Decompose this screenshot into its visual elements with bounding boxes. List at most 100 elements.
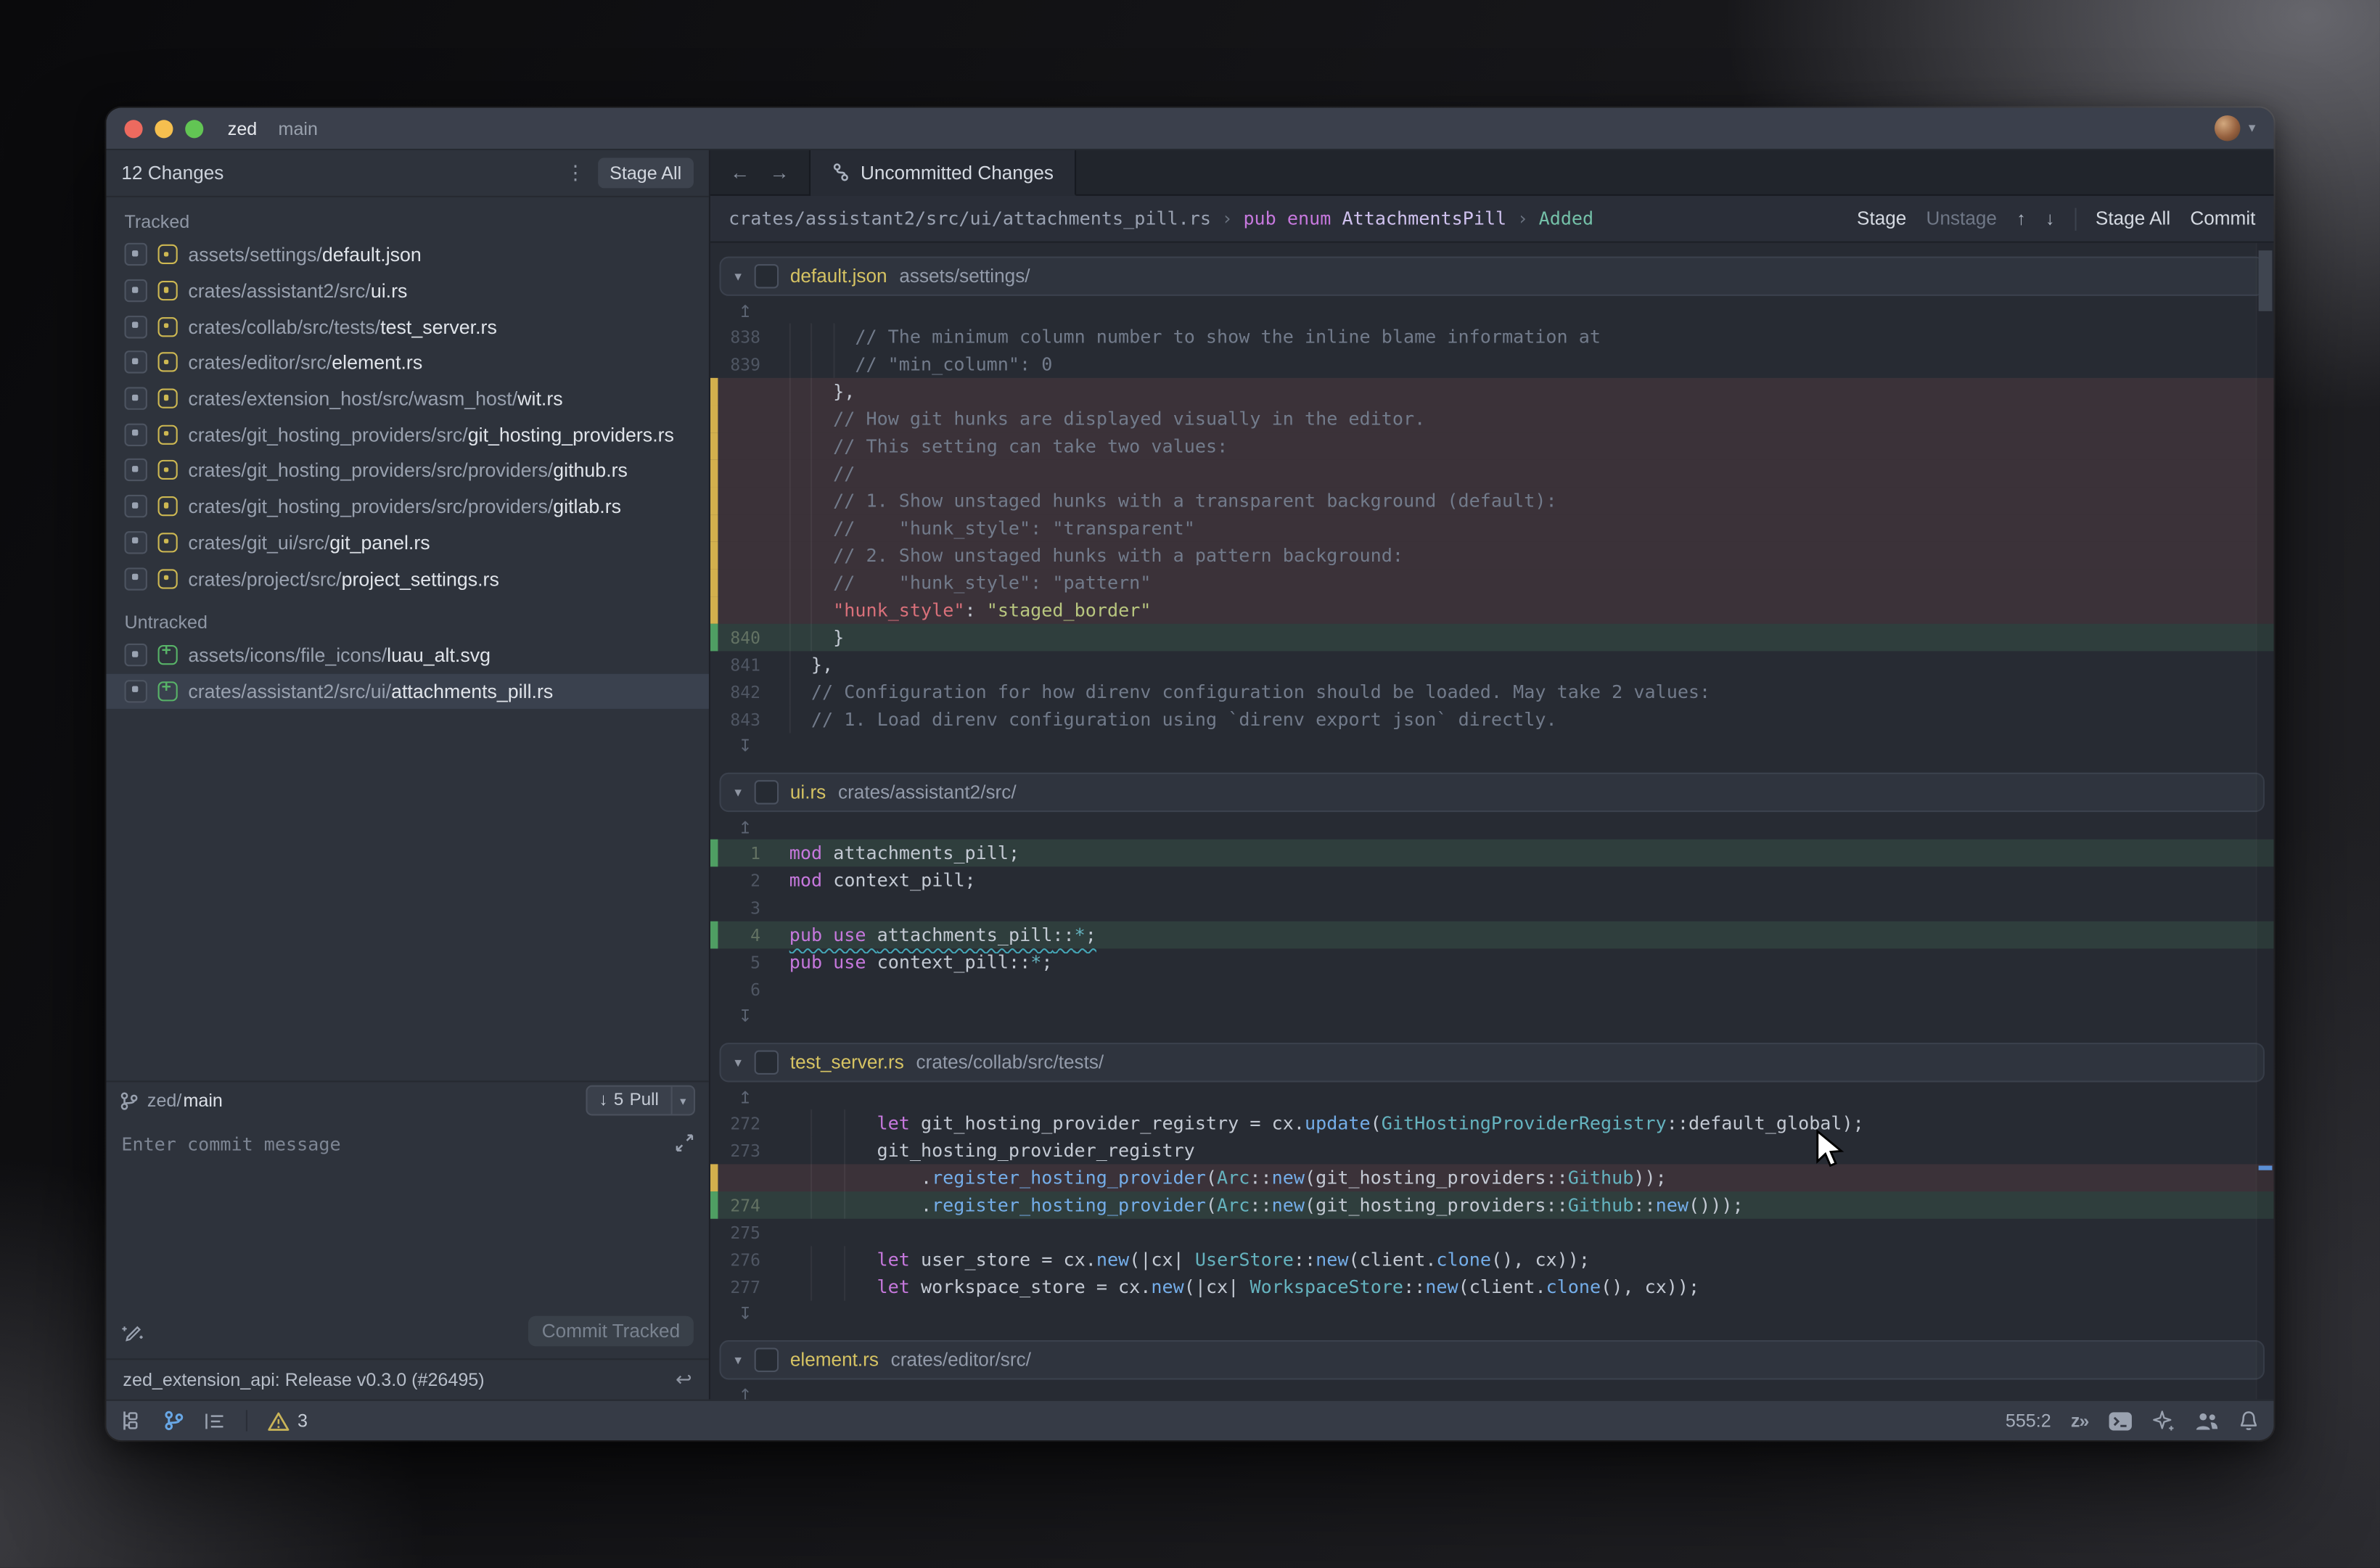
- file-row[interactable]: crates/assistant2/src/ui.rs: [106, 273, 708, 309]
- generate-commit-message-icon[interactable]: [121, 1320, 144, 1342]
- file-row[interactable]: crates/project/src/project_settings.rs: [106, 560, 708, 596]
- diff-line[interactable]: // "hunk_style": "pattern": [710, 569, 2274, 596]
- chevron-down-icon[interactable]: ▾: [734, 1054, 741, 1071]
- diagnostics-indicator[interactable]: 3: [267, 1410, 308, 1431]
- stage-button[interactable]: Stage: [1857, 208, 1906, 229]
- diff-line[interactable]: 842// Configuration for how direnv confi…: [710, 678, 2274, 706]
- diff-line[interactable]: // How git hunks are displayed visually …: [710, 406, 2274, 433]
- file-row[interactable]: crates/git_ui/src/git_panel.rs: [106, 525, 708, 561]
- expand-up-icon[interactable]: ↥: [710, 817, 780, 837]
- diff-line[interactable]: 275: [710, 1219, 2274, 1247]
- diff-line[interactable]: // This setting can take two values:: [710, 432, 2274, 460]
- file-checkbox[interactable]: [125, 387, 147, 410]
- diff-line[interactable]: 2mod context_pill;: [710, 866, 2274, 894]
- expand-down-icon[interactable]: ↧: [710, 735, 780, 755]
- repo-name[interactable]: zed/: [147, 1090, 181, 1111]
- file-checkbox[interactable]: [125, 644, 147, 666]
- expand-up-row[interactable]: ↥: [710, 1383, 2274, 1400]
- project-panel-icon[interactable]: [121, 1410, 144, 1431]
- assistant-sparkle-icon[interactable]: [2152, 1409, 2175, 1432]
- diff-viewport[interactable]: ▾default.jsonassets/settings/ ↥ 838// The …: [710, 243, 2274, 1400]
- scrollbar[interactable]: [2255, 243, 2273, 1400]
- file-row[interactable]: crates/assistant2/src/ui/attachments_pil…: [106, 673, 708, 710]
- more-menu-icon[interactable]: ⋮: [565, 161, 585, 185]
- file-row[interactable]: crates/git_hosting_providers/src/provide…: [106, 488, 708, 525]
- file-row[interactable]: assets/icons/file_icons/luau_alt.svg: [106, 637, 708, 673]
- file-checkbox[interactable]: [125, 243, 147, 266]
- diff-section-header[interactable]: ▾ui.rscrates/assistant2/src/: [720, 773, 2265, 812]
- diff-line[interactable]: 273git_hosting_provider_registry: [710, 1137, 2274, 1165]
- diff-line[interactable]: 3: [710, 894, 2274, 921]
- zed-predict-icon[interactable]: z»: [2071, 1410, 2088, 1431]
- chevron-down-icon[interactable]: ▾: [2249, 120, 2255, 136]
- user-avatar[interactable]: [2215, 115, 2241, 141]
- expand-up-icon[interactable]: ↥: [710, 301, 780, 321]
- file-row[interactable]: crates/extension_host/src/wasm_host/wit.…: [106, 381, 708, 417]
- file-checkbox[interactable]: [125, 316, 147, 338]
- diff-line[interactable]: 843// 1. Load direnv configuration using…: [710, 706, 2274, 734]
- diff-section-header[interactable]: ▾test_server.rscrates/collab/src/tests/: [720, 1043, 2265, 1082]
- file-checkbox[interactable]: [125, 279, 147, 302]
- expand-up-row[interactable]: ↥: [710, 815, 2274, 839]
- expand-up-row[interactable]: ↥: [710, 299, 2274, 323]
- diff-line[interactable]: 276let user_store = cx.new(|cx| UserStor…: [710, 1246, 2274, 1273]
- nav-forward-icon[interactable]: →: [770, 161, 789, 184]
- breadcrumb-path[interactable]: crates/assistant2/src/ui/attachments_pil…: [729, 208, 1211, 229]
- cursor-position[interactable]: 555:2: [2006, 1410, 2051, 1431]
- diff-section-header[interactable]: ▾default.jsonassets/settings/: [720, 257, 2265, 296]
- close-button[interactable]: [125, 119, 143, 137]
- diff-line[interactable]: 841},: [710, 651, 2274, 678]
- zoom-button[interactable]: [185, 119, 203, 137]
- section-stage-checkbox[interactable]: [754, 1051, 778, 1075]
- expand-down-row[interactable]: ↧: [710, 1301, 2274, 1325]
- collab-people-icon[interactable]: [2195, 1411, 2219, 1430]
- file-checkbox[interactable]: [125, 423, 147, 446]
- last-commit-message[interactable]: zed_extension_api: Release v0.3.0 (#2649…: [123, 1369, 484, 1390]
- notification-bell-icon[interactable]: [2239, 1410, 2258, 1431]
- diff-line[interactable]: //: [710, 460, 2274, 488]
- diff-line[interactable]: "hunk_style": "staged_border": [710, 596, 2274, 624]
- breadcrumb[interactable]: crates/assistant2/src/ui/attachments_pil…: [729, 208, 1593, 229]
- commit-message-box[interactable]: Enter commit message Commit Tracked: [106, 1119, 708, 1359]
- section-stage-checkbox[interactable]: [754, 1348, 778, 1372]
- file-row[interactable]: crates/git_hosting_providers/src/git_hos…: [106, 416, 708, 453]
- file-checkbox[interactable]: [125, 567, 147, 589]
- file-row[interactable]: assets/settings/default.json: [106, 237, 708, 273]
- minimize-button[interactable]: [155, 119, 173, 137]
- diff-line[interactable]: },: [710, 378, 2274, 406]
- diff-line[interactable]: 274.register_hosting_provider(Arc::new(g…: [710, 1191, 2274, 1219]
- section-stage-checkbox[interactable]: [754, 780, 778, 804]
- file-checkbox[interactable]: [125, 680, 147, 702]
- file-row[interactable]: crates/editor/src/element.rs: [106, 345, 708, 381]
- commit-toolbar-button[interactable]: Commit: [2190, 208, 2255, 229]
- diff-line[interactable]: 840}: [710, 624, 2274, 652]
- expand-down-row[interactable]: ↧: [710, 1003, 2274, 1027]
- diff-line[interactable]: 5pub use context_pill::*;: [710, 948, 2274, 976]
- diff-line[interactable]: 277let workspace_store = cx.new(|cx| Wor…: [710, 1273, 2274, 1301]
- outline-panel-icon[interactable]: [203, 1411, 226, 1430]
- file-checkbox[interactable]: [125, 459, 147, 482]
- file-checkbox[interactable]: [125, 351, 147, 374]
- tab-uncommitted-changes[interactable]: Uncommitted Changes: [811, 150, 1076, 196]
- diff-line[interactable]: 1mod attachments_pill;: [710, 840, 2274, 867]
- commit-tracked-button[interactable]: Commit Tracked: [528, 1316, 694, 1347]
- diff-line[interactable]: 272let git_hosting_provider_registry = c…: [710, 1109, 2274, 1137]
- section-stage-checkbox[interactable]: [754, 264, 778, 288]
- diff-line[interactable]: 4pub use attachments_pill::*;: [710, 921, 2274, 949]
- terminal-icon[interactable]: [2109, 1411, 2133, 1430]
- file-row[interactable]: crates/git_hosting_providers/src/provide…: [106, 453, 708, 489]
- project-name[interactable]: main: [279, 118, 318, 139]
- branch-name[interactable]: main: [183, 1090, 222, 1111]
- diff-line[interactable]: 839// "min_column": 0: [710, 350, 2274, 378]
- expand-up-icon[interactable]: ↥: [710, 1385, 780, 1400]
- chevron-down-icon[interactable]: ▾: [734, 1352, 741, 1368]
- diff-line[interactable]: 838// The minimum column number to show …: [710, 324, 2274, 351]
- diff-line[interactable]: 6: [710, 976, 2274, 1003]
- git-panel-toggle-icon[interactable]: [164, 1410, 184, 1431]
- chevron-down-icon[interactable]: ▾: [734, 268, 741, 284]
- diff-line[interactable]: // "hunk_style": "transparent": [710, 514, 2274, 542]
- stage-all-button[interactable]: Stage All: [597, 158, 694, 189]
- unstage-button[interactable]: Unstage: [1926, 208, 1997, 229]
- expand-up-row[interactable]: ↥: [710, 1085, 2274, 1109]
- expand-down-row[interactable]: ↧: [710, 733, 2274, 757]
